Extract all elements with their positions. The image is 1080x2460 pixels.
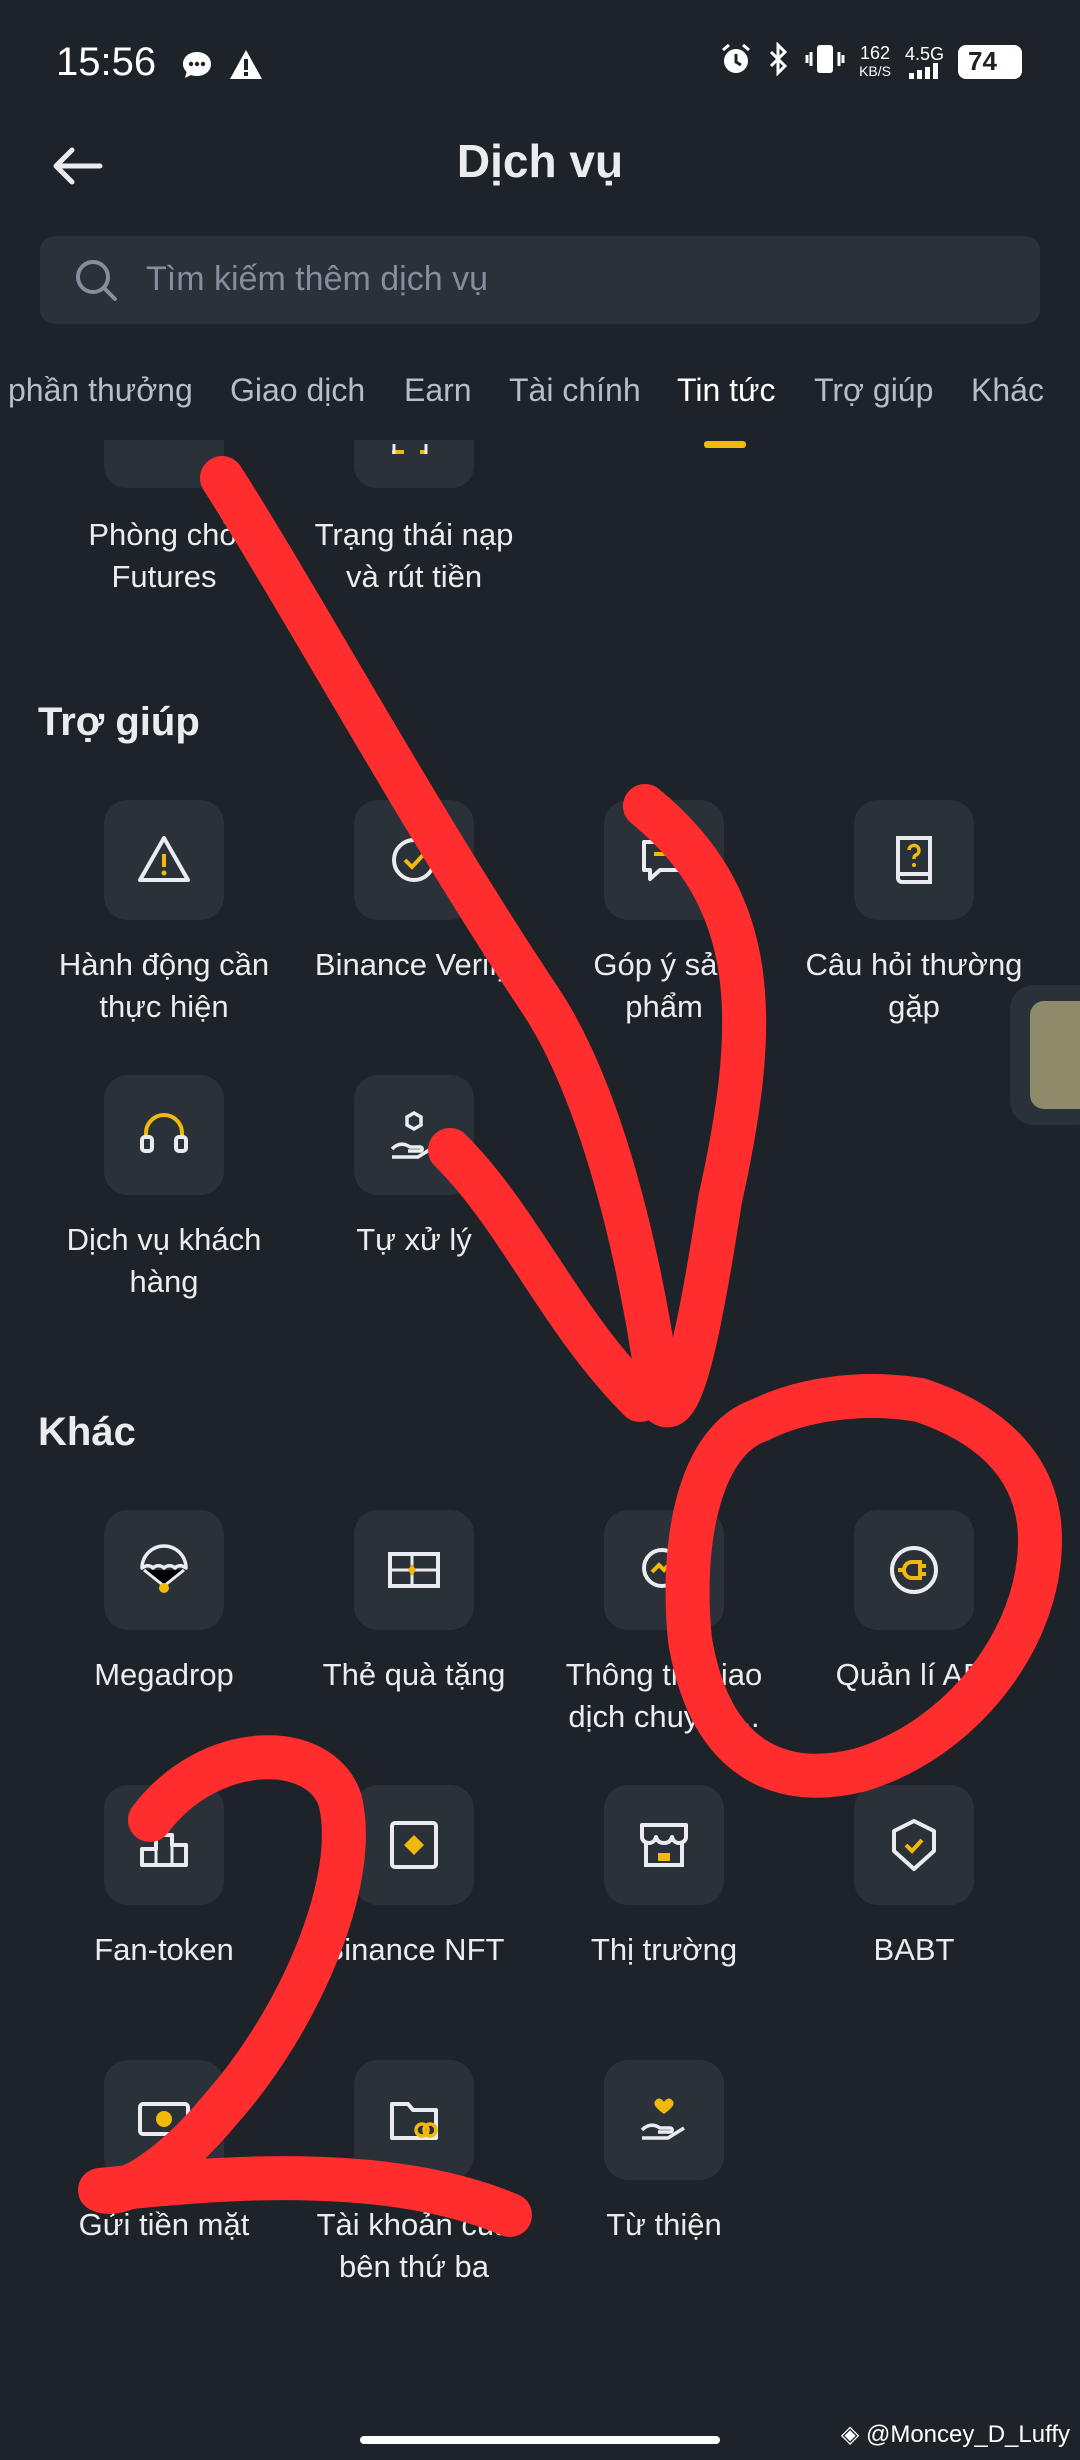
badge-icon [892,1819,936,1871]
tile-cash-deposit[interactable]: Gửi tiền mặt [44,2060,284,2246]
tile-charity[interactable]: Từ thiện [544,2060,784,2246]
store-icon [640,1823,688,1867]
net-speed-unit: KB/S [859,62,891,79]
deposit-status-label[interactable]: Trạng thái nạp và rút tiền [284,514,544,598]
tile-babt[interactable]: BABT [794,1785,1034,1971]
tile-pro-trading-info[interactable]: Thông tin giao dịch chuyên... [544,1510,784,1738]
page-title: Dịch vụ [456,135,624,187]
tile-faq[interactable]: Câu hỏi thường gặp [794,800,1034,1028]
watermark: ◈ @Moncey_D_Luffy [840,2421,1070,2448]
tab-trade[interactable]: Giao dịch [230,372,365,409]
signal-icon [909,62,939,79]
search-placeholder: Tìm kiếm thêm dịch vụ [146,260,488,298]
tile-product-feedback[interactable]: Góp ý sản phẩm [544,800,784,1028]
cash-icon [138,2102,190,2136]
gift-card-icon [388,1552,440,1588]
tab-other[interactable]: Khác [971,372,1044,409]
section-title-help: Trợ giúp [38,700,200,744]
tile-megadrop[interactable]: Megadrop [44,1510,284,1696]
tile-api-management[interactable]: Quản lí API [794,1510,1034,1696]
tab-earn[interactable]: Earn [404,372,472,409]
tile-fan-token[interactable]: Fan-token [44,1785,284,1971]
nft-icon [390,1821,438,1869]
warning-icon [138,836,190,882]
floating-promo-widget[interactable] [1010,985,1080,1125]
tile-pending-actions[interactable]: Hành động cần thực hiện [44,800,284,1028]
status-time: 15:56 [56,40,157,84]
tile-third-party-accounts[interactable]: Tài khoản của bên thứ ba [294,2060,534,2288]
futures-lounge-tile-box[interactable] [104,440,224,488]
category-tabs: phần thưởng Giao dịch Earn Tài chính Tin… [0,372,1080,432]
futures-lounge-label[interactable]: Phòng chờ Futures [34,514,294,598]
chat-notification-icon [180,48,214,87]
vibrate-icon [805,42,845,81]
active-tab-indicator [704,441,746,448]
parachute-icon [140,1544,188,1593]
search-input[interactable]: Tìm kiếm thêm dịch vụ [40,236,1040,324]
tile-gift-card[interactable]: Thẻ quà tặng [294,1510,534,1696]
book-question-icon [896,836,932,884]
search-icon [76,260,117,301]
tab-rewards[interactable]: phần thưởng [8,372,193,409]
status-bar: 15:56 162 KB/S 4.5G 74 [0,0,1080,130]
alert-notification-icon [228,48,264,87]
plug-icon [890,1546,938,1594]
tab-finance[interactable]: Tài chính [509,372,641,409]
section-title-other: Khác [38,1410,136,1454]
tab-news[interactable]: Tin tức [677,372,775,409]
net-type: 4.5G [904,43,944,64]
tile-marketplace[interactable]: Thị trường [544,1785,784,1971]
net-speed: 162 [859,42,891,63]
folder-link-icon [390,2102,438,2140]
feedback-icon [642,840,686,881]
battery-indicator: 74 [958,44,1022,79]
tab-help[interactable]: Trợ giúp [814,372,933,409]
promo-thumbnail [1030,1001,1080,1109]
tile-binance-nft[interactable]: Binance NFT [294,1785,534,1971]
alarm-icon [719,42,753,81]
bluetooth-icon [767,41,791,81]
tile-binance-verify[interactable]: Binance Verify [294,800,534,986]
chart-search-icon [642,1548,688,1594]
tile-customer-service[interactable]: Dịch vụ khách hàng [44,1075,284,1303]
diamond-logo-icon: ◈ [840,2421,860,2448]
verify-icon [392,838,436,882]
tile-self-service[interactable]: Tự xử lý [294,1075,534,1261]
headset-icon [140,1113,188,1153]
podium-icon [140,1821,188,1867]
home-indicator[interactable] [360,2436,720,2444]
self-service-icon [390,1110,435,1159]
charity-icon [640,2098,685,2140]
deposit-status-icon [392,444,428,454]
deposit-status-tile-box[interactable] [354,440,474,488]
